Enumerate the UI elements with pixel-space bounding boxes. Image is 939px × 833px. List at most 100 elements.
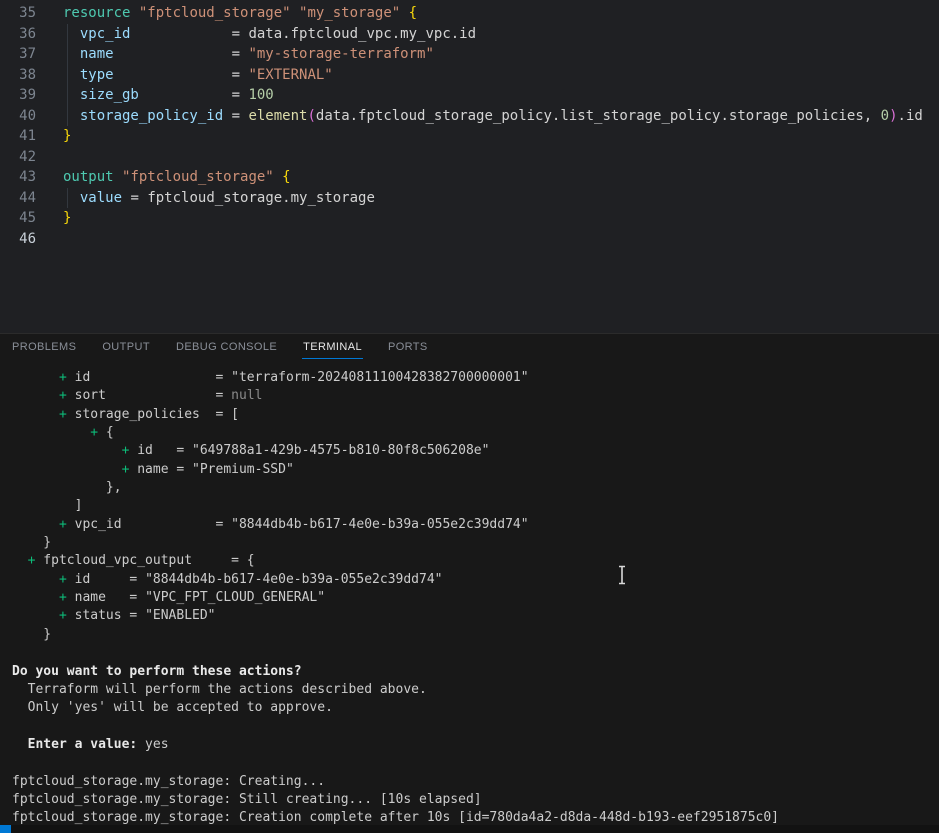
terminal-token	[12, 425, 90, 440]
code-token	[130, 5, 138, 21]
terminal-token: +	[59, 407, 67, 422]
code-line[interactable]: 38 type = "EXTERNAL"	[0, 65, 939, 86]
code-token: "my_storage"	[299, 5, 400, 21]
code-text: storage_policy_id = element(data.fptclou…	[63, 106, 923, 127]
code-text: vpc_id = data.fptcloud_vpc.my_vpc.id	[63, 24, 476, 45]
code-line[interactable]: 36 vpc_id = data.fptcloud_vpc.my_vpc.id	[0, 24, 939, 45]
line-number: 39	[0, 85, 36, 106]
terminal-token: name = "Premium-SSD"	[129, 462, 293, 477]
terminal-token	[12, 608, 59, 623]
terminal-line: + id = "terraform-2024081110042838270000…	[12, 369, 939, 387]
terminal-token	[12, 572, 59, 587]
code-token	[291, 5, 299, 21]
code-token: =	[232, 67, 249, 83]
code-token	[63, 46, 80, 62]
status-bar-strip	[0, 825, 939, 833]
code-token: )	[889, 108, 897, 124]
terminal-line: + fptcloud_vpc_output = {	[12, 552, 939, 570]
line-number: 46	[0, 229, 36, 250]
code-token: {	[282, 169, 290, 185]
code-token: {	[409, 5, 417, 21]
code-token	[63, 190, 80, 206]
code-line[interactable]: 42	[0, 147, 939, 168]
panel-tab-problems[interactable]: PROBLEMS	[11, 336, 77, 359]
code-text: output "fptcloud_storage" {	[63, 167, 291, 188]
code-line[interactable]: 40 storage_policy_id = element(data.fptc…	[0, 106, 939, 127]
terminal-token: }	[12, 535, 51, 550]
code-line[interactable]: 45}	[0, 208, 939, 229]
panel-tabs: PROBLEMS OUTPUT DEBUG CONSOLE TERMINAL P…	[0, 334, 939, 359]
terminal-token: },	[12, 480, 122, 495]
panel-tab-debug-console[interactable]: DEBUG CONSOLE	[175, 336, 278, 359]
terminal-token	[12, 370, 59, 385]
terminal-token: fptcloud_storage.my_storage: Creation co…	[12, 810, 779, 825]
terminal-token: id = "terraform-202408111004283827000000…	[67, 370, 529, 385]
terminal-line: + name = "VPC_FPT_CLOUD_GENERAL"	[12, 589, 939, 607]
panel-tab-terminal[interactable]: TERMINAL	[302, 336, 363, 359]
code-token	[114, 46, 232, 62]
terminal-line: + status = "ENABLED"	[12, 607, 939, 625]
code-token	[223, 108, 231, 124]
terminal-line: + sort = null	[12, 387, 939, 405]
code-text: resource "fptcloud_storage" "my_storage"…	[63, 3, 417, 24]
panel-tab-ports[interactable]: PORTS	[387, 336, 429, 359]
line-number: 40	[0, 106, 36, 127]
code-line[interactable]: 41}	[0, 126, 939, 147]
terminal-line	[12, 644, 939, 662]
terminal-token: id = "8844db4b-b617-4e0e-b39a-055e2c39dd…	[67, 572, 443, 587]
terminal-lines: + id = "terraform-2024081110042838270000…	[12, 369, 939, 825]
terminal-token: fptcloud_storage.my_storage: Creating...	[12, 774, 325, 789]
code-token: value	[80, 190, 122, 206]
editor-lines: 35resource "fptcloud_storage" "my_storag…	[0, 3, 939, 249]
terminal-line: + vpc_id = "8844db4b-b617-4e0e-b39a-055e…	[12, 516, 939, 534]
code-token	[63, 87, 80, 103]
code-token: =	[232, 87, 249, 103]
terminal-token: Terraform will perform the actions descr…	[12, 682, 427, 697]
terminal-token: fptcloud_vpc_output = {	[35, 553, 254, 568]
code-line[interactable]: 43output "fptcloud_storage" {	[0, 167, 939, 188]
code-text: }	[63, 208, 71, 229]
line-number: 41	[0, 126, 36, 147]
code-text: size_gb = 100	[63, 85, 274, 106]
code-token: =	[232, 26, 249, 42]
terminal-token: +	[59, 370, 67, 385]
code-token: }	[63, 128, 71, 144]
code-line[interactable]: 39 size_gb = 100	[0, 85, 939, 106]
code-token	[63, 108, 80, 124]
code-token: .id	[898, 108, 923, 124]
terminal-line: fptcloud_storage.my_storage: Creating...	[12, 773, 939, 791]
code-token: storage_policy_id	[80, 108, 223, 124]
code-token	[63, 67, 80, 83]
terminal-token: fptcloud_storage.my_storage: Still creat…	[12, 792, 482, 807]
remote-indicator[interactable]	[0, 825, 11, 833]
code-token: fptcloud_storage.my_storage	[147, 190, 375, 206]
terminal-token: }	[12, 627, 51, 642]
terminal-token: null	[231, 388, 262, 403]
code-token	[139, 87, 232, 103]
code-text: name = "my-storage-terraform"	[63, 44, 434, 65]
panel-tab-output[interactable]: OUTPUT	[101, 336, 151, 359]
terminal-output[interactable]: + id = "terraform-2024081110042838270000…	[0, 360, 939, 825]
terminal-token: id = "649788a1-429b-4575-b810-80f8c50620…	[129, 443, 489, 458]
terminal-token	[12, 737, 28, 752]
code-token	[63, 26, 80, 42]
code-line[interactable]: 37 name = "my-storage-terraform"	[0, 44, 939, 65]
code-line[interactable]: 44 value = fptcloud_storage.my_storage	[0, 188, 939, 209]
terminal-token: name = "VPC_FPT_CLOUD_GENERAL"	[67, 590, 325, 605]
code-token: "my-storage-terraform"	[248, 46, 433, 62]
terminal-token: status = "ENABLED"	[67, 608, 216, 623]
terminal-line: + {	[12, 424, 939, 442]
code-editor[interactable]: 35resource "fptcloud_storage" "my_storag…	[0, 0, 939, 333]
code-token: vpc_id	[80, 26, 131, 42]
terminal-line: Enter a value: yes	[12, 736, 939, 754]
code-token: (	[307, 108, 315, 124]
terminal-token	[12, 553, 28, 568]
terminal-token: Enter a value:	[28, 737, 138, 752]
terminal-line	[12, 754, 939, 772]
code-line[interactable]: 46	[0, 229, 939, 250]
terminal-token: +	[59, 572, 67, 587]
terminal-token: Do you want to perform these actions?	[12, 664, 302, 679]
code-token: element	[248, 108, 307, 124]
code-line[interactable]: 35resource "fptcloud_storage" "my_storag…	[0, 3, 939, 24]
code-text: }	[63, 126, 71, 147]
